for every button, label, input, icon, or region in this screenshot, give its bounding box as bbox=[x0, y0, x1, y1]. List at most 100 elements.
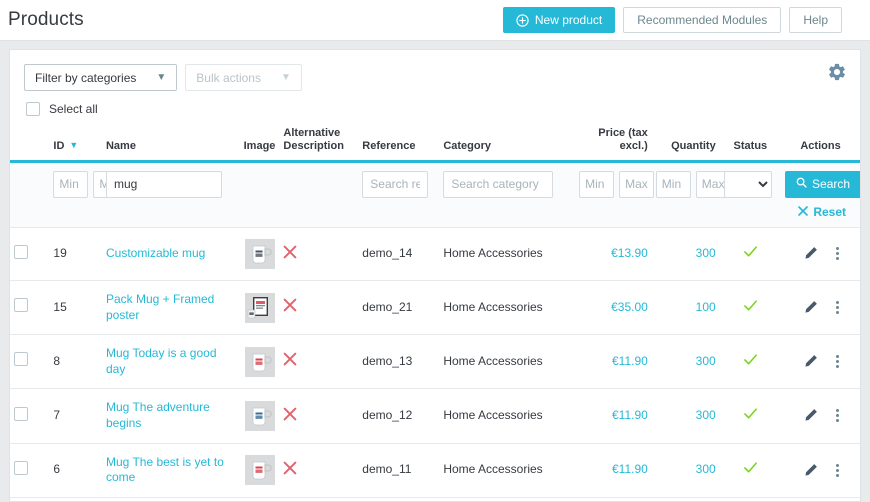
row-category: Home Accessories bbox=[439, 388, 576, 444]
product-thumbnail bbox=[245, 238, 276, 269]
edit-pencil-icon[interactable] bbox=[803, 408, 818, 423]
column-header-id[interactable]: ID ▼ bbox=[49, 127, 102, 163]
column-header-quantity[interactable]: Quantity bbox=[651, 127, 720, 163]
row-price: €11.90 bbox=[575, 388, 652, 444]
row-name: Customizable mug bbox=[101, 226, 230, 281]
edit-pencil-icon[interactable] bbox=[803, 354, 818, 369]
row-category: Home Accessories bbox=[439, 280, 576, 336]
product-name-link[interactable]: Customizable mug bbox=[106, 246, 205, 260]
sort-desc-chevron-icon[interactable]: ▼ bbox=[69, 140, 78, 151]
row-checkbox[interactable] bbox=[14, 406, 28, 421]
filter-by-categories-label: Filter by categories bbox=[35, 70, 137, 85]
row-quantity: 300 bbox=[651, 443, 720, 498]
row-price: €13.90 bbox=[575, 226, 652, 281]
chevron-down-icon: ▼ bbox=[156, 71, 167, 83]
product-thumbnail bbox=[245, 400, 276, 431]
cross-icon[interactable] bbox=[283, 461, 297, 478]
row-image bbox=[229, 280, 280, 336]
filter-toolbar: Filter by categories ▼ Bulk actions ▼ bbox=[10, 50, 860, 91]
row-actions bbox=[781, 388, 860, 444]
row-quantity: 300 bbox=[651, 388, 720, 444]
cross-icon[interactable] bbox=[283, 298, 297, 315]
check-icon[interactable] bbox=[743, 354, 758, 370]
row-reference: demo_21 bbox=[358, 280, 440, 336]
gear-icon[interactable] bbox=[828, 63, 846, 81]
table-row[interactable]: 7 Mug The adventure begins demo_12 Home Acc… bbox=[10, 388, 860, 444]
select-all-label[interactable]: Select all bbox=[49, 102, 98, 116]
row-more-actions-icon[interactable] bbox=[835, 463, 839, 477]
new-product-button[interactable]: New product bbox=[502, 7, 616, 33]
row-checkbox[interactable] bbox=[14, 352, 28, 367]
filter-price-min-input[interactable] bbox=[579, 170, 615, 198]
row-more-actions-icon[interactable] bbox=[835, 301, 839, 315]
check-icon[interactable] bbox=[743, 246, 758, 262]
cross-icon[interactable] bbox=[283, 407, 297, 424]
table-row[interactable]: 6 Mug The best is yet to come demo_11 Home … bbox=[10, 443, 860, 498]
reset-filters-link[interactable]: Reset bbox=[785, 205, 846, 219]
row-reference: demo_12 bbox=[358, 388, 440, 444]
search-button-label: Search bbox=[812, 177, 851, 192]
row-id: 19 bbox=[49, 226, 102, 281]
row-checkbox[interactable] bbox=[14, 298, 28, 313]
column-header-status[interactable]: Status bbox=[719, 127, 782, 163]
check-icon[interactable] bbox=[743, 408, 758, 424]
table-header-row: ID ▼ Name Image Alternative Description R… bbox=[10, 127, 860, 163]
column-header-category[interactable]: Category bbox=[439, 127, 576, 163]
row-actions bbox=[781, 280, 860, 336]
filter-status-select[interactable] bbox=[723, 170, 772, 198]
row-select-cell bbox=[10, 334, 50, 390]
header-actions: New product Recommended Modules Help bbox=[502, 7, 842, 33]
column-header-name[interactable]: Name bbox=[101, 127, 230, 163]
filter-category-input[interactable] bbox=[443, 170, 554, 198]
row-select-cell bbox=[10, 226, 50, 281]
recommended-modules-button[interactable]: Recommended Modules bbox=[623, 7, 782, 33]
edit-pencil-icon[interactable] bbox=[803, 246, 818, 261]
close-icon bbox=[798, 205, 809, 219]
check-icon[interactable] bbox=[743, 300, 758, 316]
row-more-actions-icon[interactable] bbox=[835, 409, 839, 423]
table-row[interactable]: 15 Pack Mug + Framed poster demo_21 Home Ac… bbox=[10, 280, 860, 336]
filter-cell-checkbox bbox=[10, 161, 50, 228]
filter-name-input[interactable] bbox=[105, 170, 222, 198]
product-name-link[interactable]: Mug Today is a good day bbox=[106, 346, 217, 376]
check-icon[interactable] bbox=[743, 462, 758, 478]
select-all-checkbox[interactable] bbox=[26, 102, 40, 116]
row-more-actions-icon[interactable] bbox=[835, 247, 839, 261]
filter-quantity-min-input[interactable] bbox=[655, 170, 691, 198]
filter-price-max-input[interactable] bbox=[619, 170, 655, 198]
select-all-row: Select all bbox=[10, 91, 860, 116]
row-quantity: 300 bbox=[651, 334, 720, 390]
column-header-actions: Actions bbox=[781, 127, 860, 163]
row-alternative-description bbox=[279, 443, 359, 498]
help-button[interactable]: Help bbox=[789, 7, 842, 33]
cross-icon[interactable] bbox=[283, 353, 297, 369]
filter-by-categories-dropdown[interactable]: Filter by categories ▼ bbox=[24, 64, 178, 91]
filter-id-min-input[interactable] bbox=[53, 170, 89, 198]
product-name-link[interactable]: Mug The best is yet to come bbox=[106, 455, 224, 485]
edit-pencil-icon[interactable] bbox=[803, 463, 818, 478]
row-category: Home Accessories bbox=[439, 443, 576, 498]
column-header-checkbox bbox=[10, 127, 50, 163]
row-actions bbox=[781, 226, 860, 281]
row-status bbox=[719, 280, 782, 336]
row-id: 7 bbox=[49, 388, 102, 444]
product-name-link[interactable]: Pack Mug + Framed poster bbox=[106, 292, 214, 322]
row-checkbox[interactable] bbox=[14, 460, 28, 475]
bulk-actions-dropdown[interactable]: Bulk actions ▼ bbox=[185, 64, 302, 91]
edit-pencil-icon[interactable] bbox=[803, 300, 818, 315]
product-name-link[interactable]: Mug The adventure begins bbox=[106, 400, 210, 430]
table-row[interactable]: 19 Customizable mug demo_14 Home Accessorie… bbox=[10, 226, 860, 281]
search-button[interactable]: Search bbox=[785, 170, 860, 198]
row-checkbox[interactable] bbox=[14, 244, 28, 259]
page-title: Products bbox=[8, 9, 84, 30]
cross-icon[interactable] bbox=[283, 245, 297, 262]
row-more-actions-icon[interactable] bbox=[835, 355, 839, 369]
page-header: Products New product Recommended Modules… bbox=[0, 0, 870, 41]
table-row[interactable]: 8 Mug Today is a good day demo_13 Home Acce… bbox=[10, 334, 860, 390]
column-header-reference[interactable]: Reference bbox=[358, 127, 440, 163]
column-header-price[interactable]: Price (tax excl.) bbox=[575, 127, 652, 163]
filter-cell-search: Search Reset bbox=[781, 161, 860, 228]
products-table: ID ▼ Name Image Alternative Description R… bbox=[10, 127, 860, 498]
filter-reference-input[interactable] bbox=[362, 170, 429, 198]
table-filter-body: Search Reset bbox=[10, 161, 860, 228]
